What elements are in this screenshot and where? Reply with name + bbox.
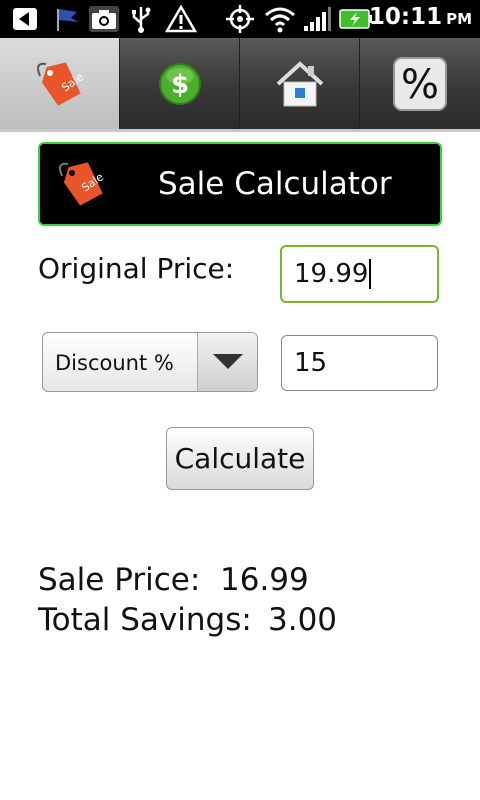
dropdown-arrow[interactable] xyxy=(197,333,257,391)
calculate-button[interactable]: Calculate xyxy=(166,427,314,490)
tab-home[interactable] xyxy=(240,38,360,129)
percent-icon: % xyxy=(393,56,447,111)
sale-tag-icon: Sale xyxy=(36,61,86,106)
clock-time: 10:11 xyxy=(368,4,443,30)
warning-icon xyxy=(164,5,198,33)
camera-icon xyxy=(88,5,120,33)
signal-icon xyxy=(302,5,332,33)
page-title: Sale Calculator xyxy=(158,166,392,202)
clock-ampm: PM xyxy=(446,10,472,28)
sale-price-label: Sale Price: xyxy=(38,562,201,598)
flag-icon xyxy=(52,5,82,33)
discount-input[interactable]: 15 xyxy=(281,335,438,391)
app-header: Sale Sale Calculator xyxy=(38,142,442,226)
tab-sale-calculator[interactable]: Sale xyxy=(0,38,120,129)
total-savings-label: Total Savings: xyxy=(38,602,252,638)
svg-text:%: % xyxy=(401,62,439,108)
sale-tag-icon: Sale xyxy=(59,162,106,206)
usb-icon xyxy=(128,5,154,33)
gps-icon xyxy=(224,5,256,33)
chevron-down-icon xyxy=(212,354,243,369)
wifi-icon xyxy=(262,5,298,33)
tab-bar: Sale $ % xyxy=(0,38,480,132)
total-savings-value: 3.00 xyxy=(268,602,338,638)
original-price-label: Original Price: xyxy=(38,252,235,285)
back-icon xyxy=(10,5,40,33)
discount-value: 15 xyxy=(294,348,328,378)
discount-type-dropdown[interactable]: Discount % xyxy=(42,332,258,392)
home-icon xyxy=(276,60,323,106)
tab-dollar[interactable]: $ xyxy=(120,38,240,129)
sale-price-value: 16.99 xyxy=(220,562,309,598)
text-caret xyxy=(369,259,372,289)
tab-percent[interactable]: % xyxy=(360,38,480,129)
original-price-value: 19.99 xyxy=(294,259,369,289)
clock: 10:11 PM xyxy=(369,4,472,34)
svg-text:$: $ xyxy=(170,70,188,100)
dollar-icon: $ xyxy=(158,62,201,105)
original-price-input[interactable]: 19.99 xyxy=(280,245,439,303)
status-bar: 10:11 PM xyxy=(0,0,480,38)
discount-type-value: Discount % xyxy=(55,351,174,375)
